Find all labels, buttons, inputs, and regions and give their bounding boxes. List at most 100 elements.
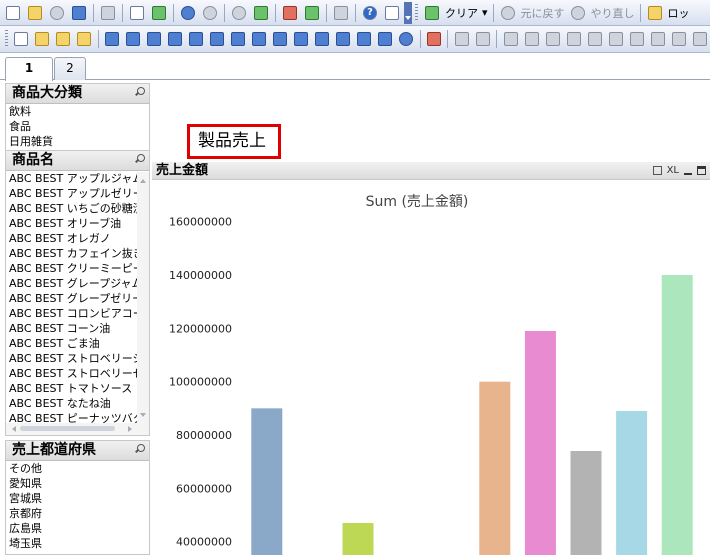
undo-icon[interactable]: [178, 3, 198, 23]
send-to-excel-button[interactable]: XL: [667, 162, 679, 179]
listbox-product-item[interactable]: ABC BEST コロンビアコーヒー: [6, 306, 138, 321]
chart-caption[interactable]: 売上金額 XL: [152, 162, 710, 180]
distribute-horizontal-icon[interactable]: [627, 29, 646, 49]
listbox-category-item[interactable]: 食品: [6, 119, 149, 134]
listbox-prefecture-item[interactable]: 宮城県: [6, 491, 149, 506]
current-selections-icon[interactable]: [229, 29, 248, 49]
statistics-box-icon[interactable]: [124, 29, 143, 49]
listbox-product-caption[interactable]: 商品名: [6, 151, 149, 171]
lock-button[interactable]: ロッ: [668, 5, 690, 21]
add-sheet-icon[interactable]: [33, 29, 52, 49]
redo-icon[interactable]: [200, 3, 220, 23]
search-icon[interactable]: [229, 3, 249, 23]
toolbar-overflow-icon[interactable]: [404, 1, 412, 24]
text-object-title[interactable]: 製品売上: [187, 124, 281, 159]
align-bottom-icon[interactable]: [564, 29, 583, 49]
align-center-icon[interactable]: [522, 29, 541, 49]
chart-icon[interactable]: [187, 29, 206, 49]
listbox-product-item[interactable]: ABC BEST いちごの砂糖漬(: [6, 201, 138, 216]
scroll-thumb[interactable]: [20, 426, 115, 431]
text-object-icon[interactable]: [271, 29, 290, 49]
context-help-icon[interactable]: [382, 3, 402, 23]
listbox-prefecture-item[interactable]: その他: [6, 461, 149, 476]
tab-2[interactable]: 2: [54, 57, 86, 80]
listbox-product-item[interactable]: ABC BEST ストロベリージャム: [6, 351, 138, 366]
chart-wizard-icon[interactable]: [280, 3, 300, 23]
toolbar-grip[interactable]: [5, 30, 8, 48]
open-folder-icon[interactable]: [25, 3, 45, 23]
listbox-product-item[interactable]: ABC BEST アップルゼリー: [6, 186, 138, 201]
listbox-product-item[interactable]: ABC BEST オリーブ油: [6, 216, 138, 231]
new-document-icon[interactable]: [3, 3, 23, 23]
scroll-left-icon[interactable]: [9, 426, 16, 432]
slider-object-icon[interactable]: [313, 29, 332, 49]
align-top-icon[interactable]: [606, 29, 625, 49]
listbox-product-item[interactable]: ABC BEST カフェイン抜きコー: [6, 246, 138, 261]
redo-selection-icon[interactable]: [568, 3, 588, 23]
print-icon[interactable]: [652, 166, 662, 175]
container-icon[interactable]: [376, 29, 395, 49]
demote-sheet-icon[interactable]: [75, 29, 94, 49]
listbox-product-item[interactable]: ABC BEST トマトソース: [6, 381, 138, 396]
button-object-icon[interactable]: [250, 29, 269, 49]
search-icon[interactable]: [134, 154, 145, 165]
star-icon[interactable]: [302, 3, 322, 23]
listbox-category-item[interactable]: 飲料: [6, 104, 149, 119]
listbox-icon[interactable]: [103, 29, 122, 49]
redo-selection-button[interactable]: やり直し: [591, 5, 635, 21]
listbox-category-item[interactable]: 日用雑貨: [6, 134, 149, 149]
listbox-product-item[interactable]: ABC BEST ストロベリーゼリー: [6, 366, 138, 381]
chart-wizard-icon[interactable]: [424, 29, 443, 49]
grid-icon[interactable]: [473, 29, 492, 49]
scroll-up-icon[interactable]: [140, 176, 146, 183]
listbox-prefecture-caption[interactable]: 売上都道府県: [6, 441, 149, 461]
listbox-category-caption[interactable]: 商品大分類: [6, 84, 149, 104]
print-icon[interactable]: [98, 3, 118, 23]
scroll-right-icon[interactable]: [128, 426, 135, 432]
listbox-product-item[interactable]: ABC BEST オレガノ: [6, 231, 138, 246]
listbox-prefecture-item[interactable]: 愛知県: [6, 476, 149, 491]
align-right-icon[interactable]: [543, 29, 562, 49]
search-icon[interactable]: [134, 444, 145, 455]
horizontal-scrollbar[interactable]: [6, 423, 149, 435]
adjust-top-icon[interactable]: [690, 29, 709, 49]
toolbar-grip[interactable]: [415, 3, 418, 22]
lock-icon[interactable]: [645, 3, 665, 23]
promote-sheet-icon[interactable]: [54, 29, 73, 49]
chevron-down-icon[interactable]: ▾: [482, 6, 488, 19]
tab-1[interactable]: 1: [5, 57, 53, 81]
listbox-product-item[interactable]: ABC BEST アップルジャム: [6, 171, 138, 186]
clear-icon[interactable]: [422, 3, 442, 23]
listbox-product-item[interactable]: ABC BEST グレープゼリー: [6, 291, 138, 306]
vertical-scrollbar[interactable]: [137, 172, 149, 424]
back-button[interactable]: 元に戻す: [521, 5, 565, 21]
edit-icon[interactable]: [331, 3, 351, 23]
back-icon[interactable]: [498, 3, 518, 23]
bookmark-object-icon[interactable]: [334, 29, 353, 49]
listbox-prefecture-item[interactable]: 広島県: [6, 521, 149, 536]
scroll-down-icon[interactable]: [140, 413, 146, 420]
minimize-icon[interactable]: [684, 172, 692, 175]
help-icon[interactable]: ?: [360, 3, 380, 23]
save-icon[interactable]: [69, 3, 89, 23]
adjust-left-icon[interactable]: [669, 29, 688, 49]
format-painter-icon[interactable]: [452, 29, 471, 49]
listbox-prefecture-item[interactable]: 埼玉県: [6, 536, 149, 551]
table-box-icon[interactable]: [166, 29, 185, 49]
listbox-product-item[interactable]: ABC BEST グレープジャム: [6, 276, 138, 291]
clear-button[interactable]: クリア: [445, 5, 478, 21]
edit-script-icon[interactable]: [127, 3, 147, 23]
checkbox-icon[interactable]: [251, 3, 271, 23]
listbox-product-item[interactable]: ABC BEST クリーミーピーナッ: [6, 261, 138, 276]
listbox-product-item[interactable]: ABC BEST なたね油: [6, 396, 138, 411]
align-middle-icon[interactable]: [585, 29, 604, 49]
listbox-product-item[interactable]: ABC BEST ごま油: [6, 336, 138, 351]
line-object-icon[interactable]: [292, 29, 311, 49]
align-left-icon[interactable]: [501, 29, 520, 49]
reload-data-icon[interactable]: [149, 3, 169, 23]
new-sheet-icon[interactable]: [12, 29, 31, 49]
custom-object-icon[interactable]: [397, 29, 416, 49]
search-icon[interactable]: [134, 87, 145, 98]
listbox-product-item[interactable]: ABC BEST コーン油: [6, 321, 138, 336]
maximize-icon[interactable]: [697, 166, 706, 175]
